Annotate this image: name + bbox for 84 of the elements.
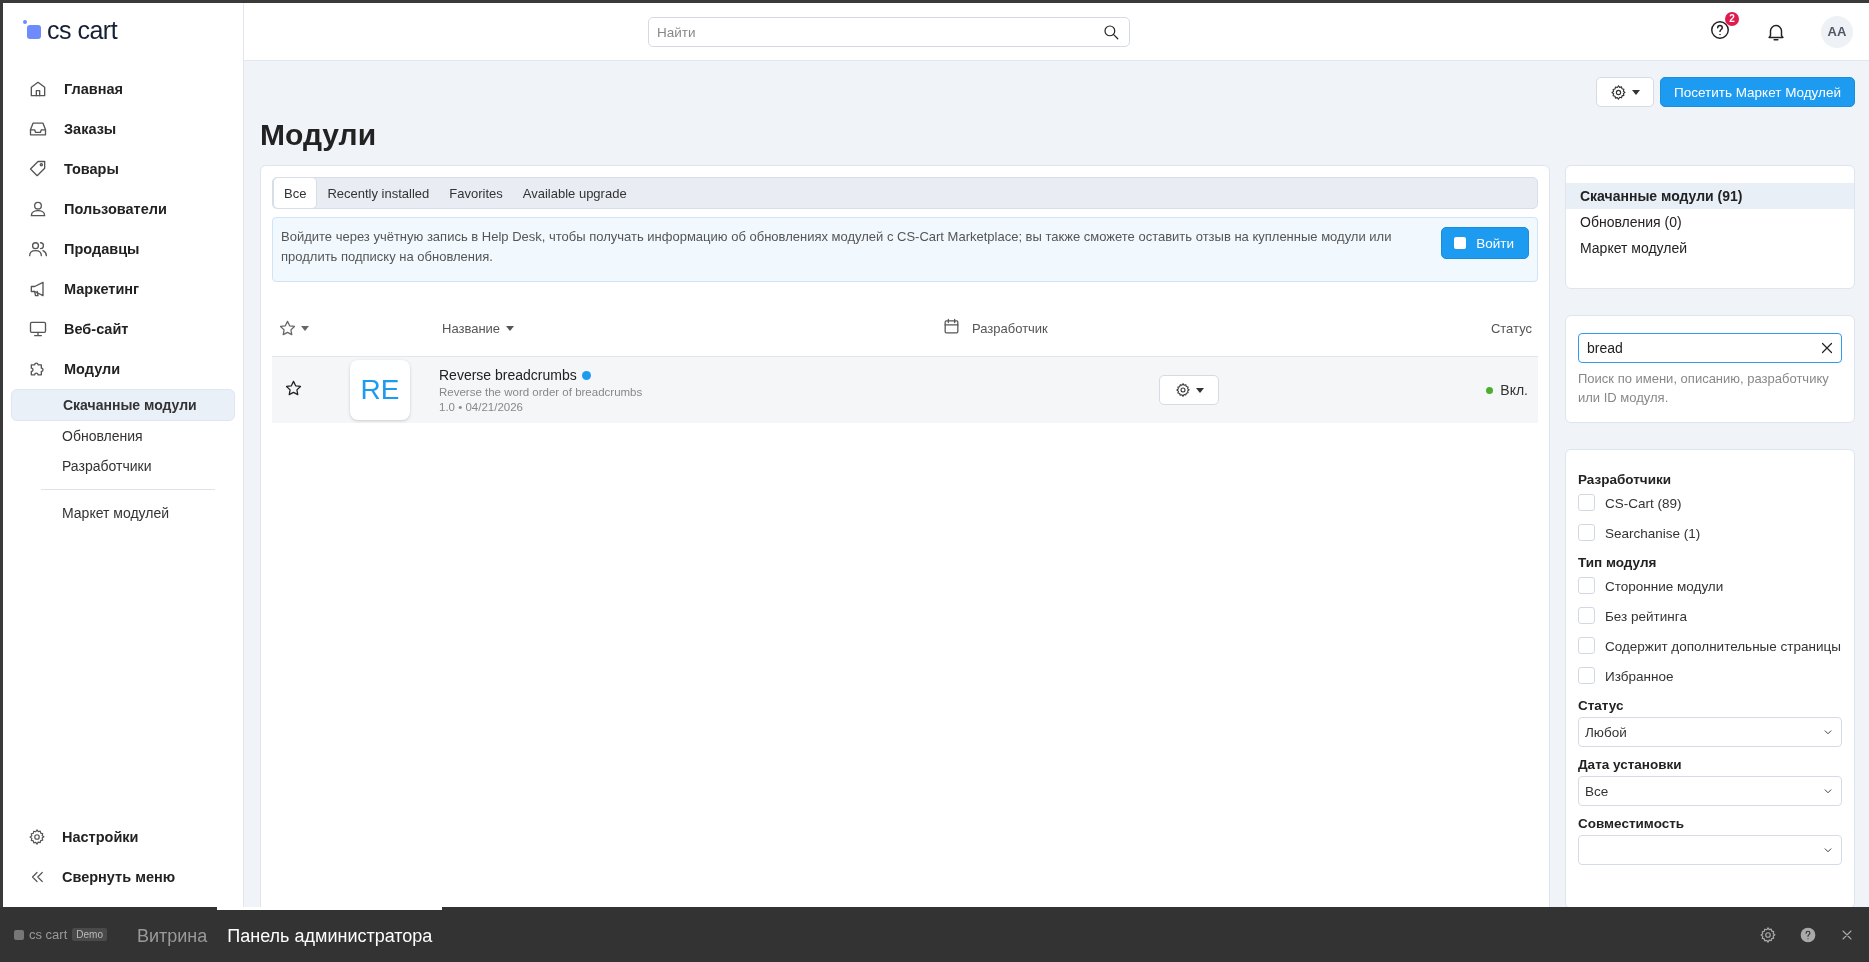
- section-link[interactable]: Маркет модулей: [1566, 235, 1854, 261]
- settings-icon: [1759, 925, 1777, 944]
- logo-text: cs cart: [29, 927, 68, 942]
- checkbox[interactable]: [1578, 607, 1595, 624]
- notification-badge: 2: [1725, 12, 1739, 26]
- sidebar-subitem[interactable]: Разработчики: [11, 451, 235, 481]
- filter-label: Дата установки: [1578, 757, 1683, 772]
- filter-tab[interactable]: Available upgrade: [512, 178, 637, 208]
- users-icon: [28, 239, 48, 259]
- search-icon: [1102, 23, 1120, 41]
- sidebar-item[interactable]: Настройки: [11, 817, 235, 857]
- sidebar-item[interactable]: Главная: [11, 69, 235, 109]
- home-icon: [28, 79, 48, 99]
- mode-tab[interactable]: Витрина: [127, 907, 218, 962]
- section-link[interactable]: Обновления (0): [1566, 209, 1854, 235]
- page-title: Модули: [260, 117, 378, 153]
- gear-icon: [1174, 382, 1191, 398]
- filter-tab[interactable]: Все: [273, 177, 318, 209]
- search-hint: Поиск по имени, описанию, разработчику или ID модуля.: [1578, 370, 1830, 407]
- logo-text: cs cart: [47, 15, 118, 45]
- checkbox-label[interactable]: Сторонние модули: [1605, 577, 1724, 596]
- sidebar-subitem[interactable]: Скачанные модули: [11, 389, 235, 421]
- filter-tab[interactable]: Favorites: [439, 178, 513, 208]
- sort-caret-icon: [301, 325, 309, 331]
- sort-caret-icon: [506, 325, 515, 331]
- select-field[interactable]: Все: [1578, 776, 1842, 806]
- checkbox[interactable]: [1578, 637, 1595, 654]
- filter-tab[interactable]: Recently installed: [317, 178, 440, 208]
- gear-icon: [28, 828, 46, 846]
- checkbox[interactable]: [1578, 667, 1595, 684]
- checkbox-label[interactable]: Searchanise (1): [1605, 524, 1701, 543]
- column-header[interactable]: Разработчик: [972, 320, 1491, 336]
- checkbox-label[interactable]: Избранное: [1605, 667, 1674, 686]
- checkbox[interactable]: [1578, 524, 1595, 541]
- sidebar-subitem[interactable]: Обновления: [11, 421, 235, 451]
- module-actions-button[interactable]: [1159, 375, 1219, 405]
- sidebar-item[interactable]: Свернуть меню: [11, 857, 235, 897]
- star-icon: [278, 318, 297, 338]
- tag-icon: [28, 159, 48, 179]
- sidebar-item[interactable]: Модули: [11, 349, 235, 389]
- logo-icon: [23, 20, 41, 40]
- module-description: Reverse the word order of breadcrumbs: [439, 386, 644, 398]
- sidebar-item[interactable]: Пользователи: [11, 189, 235, 229]
- checkbox-label[interactable]: CS-Cart (89): [1605, 494, 1682, 513]
- checkbox-label[interactable]: Без рейтинга: [1605, 607, 1687, 626]
- sidebar-item[interactable]: Продавцы: [11, 229, 235, 269]
- user-avatar[interactable]: AA: [1821, 15, 1853, 48]
- filter-label: Статус: [1578, 698, 1625, 713]
- help-icon: [1709, 19, 1731, 41]
- notice-text: Войдите через учётную запись в Help Desk, чтобы получать информацию об обновлениях модулей с CS-Cart Marketplace; вы также сможете оставить отзыв на купленные модули или продлить подписку на обновления.: [281, 228, 1393, 266]
- demo-label: Demo: [72, 928, 107, 941]
- checkbox[interactable]: [1578, 494, 1595, 511]
- sidebar-subitem[interactable]: Маркет модулей: [11, 498, 235, 528]
- sidebar-item[interactable]: Заказы: [11, 109, 235, 149]
- sidebar-item[interactable]: Веб-сайт: [11, 309, 235, 349]
- search-field[interactable]: Найти: [648, 17, 1130, 47]
- status-text[interactable]: Вкл.: [1500, 382, 1528, 398]
- settings-dropdown-button[interactable]: [1595, 77, 1654, 107]
- sidebar-item[interactable]: Маркетинг: [11, 269, 235, 309]
- filter-group-title: Разработчики: [1578, 472, 1673, 487]
- calendar-icon: [942, 317, 961, 336]
- caret-icon: [1195, 387, 1204, 393]
- checkbox-label[interactable]: Содержит дополнительные страницы: [1605, 637, 1841, 656]
- module-meta: 1.0 • 04/21/2026: [439, 401, 524, 413]
- gear-icon: [1609, 83, 1627, 101]
- module-search-field[interactable]: bread: [1578, 333, 1842, 363]
- sidebar-item[interactable]: Товары: [11, 149, 235, 189]
- module-logo: RE: [350, 360, 410, 420]
- select-field[interactable]: [1578, 835, 1842, 865]
- help-icon: [1799, 925, 1817, 944]
- select-field[interactable]: Любой: [1578, 717, 1842, 747]
- monitor-icon: [28, 319, 48, 339]
- caret-icon: [1631, 89, 1640, 95]
- filter-group-title: Тип модуля: [1578, 555, 1658, 570]
- column-header[interactable]: Название: [442, 320, 501, 336]
- star-icon: [284, 379, 303, 398]
- mode-tab[interactable]: Панель администратора: [217, 907, 443, 962]
- user-icon: [28, 199, 48, 219]
- module-name[interactable]: Reverse breadcrumbs: [439, 367, 577, 383]
- column-header[interactable]: Статус: [1490, 320, 1532, 336]
- filter-label: Совместимость: [1578, 816, 1686, 831]
- checkbox[interactable]: [1578, 577, 1595, 594]
- section-link[interactable]: Скачанные модули (91): [1566, 183, 1854, 209]
- logo-icon: [14, 929, 24, 940]
